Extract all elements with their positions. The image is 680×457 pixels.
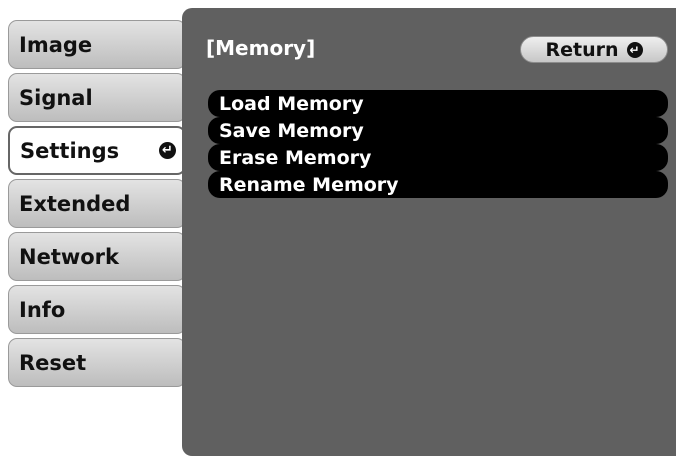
menu-item-label: Reset	[19, 350, 87, 375]
option-load-memory[interactable]: Load Memory	[208, 90, 668, 117]
enter-icon: ↵	[159, 142, 176, 159]
option-rename-memory[interactable]: Rename Memory	[208, 171, 668, 198]
menu-item-network[interactable]: Network	[8, 232, 186, 281]
option-label: Rename Memory	[219, 173, 399, 196]
main-menu: Image Signal Settings ↵ Extended Network…	[8, 20, 186, 391]
option-label: Load Memory	[219, 92, 364, 115]
projector-menu-screen: Image Signal Settings ↵ Extended Network…	[0, 0, 680, 457]
option-save-memory[interactable]: Save Memory	[208, 117, 668, 144]
menu-item-extended[interactable]: Extended	[8, 179, 186, 228]
return-button[interactable]: Return ↵	[520, 36, 668, 63]
panel-title: [Memory]	[206, 36, 316, 60]
option-label: Erase Memory	[219, 146, 372, 169]
memory-options: Load Memory Save Memory Erase Memory Ren…	[208, 90, 668, 198]
menu-item-label: Info	[19, 297, 66, 322]
menu-item-image[interactable]: Image	[8, 20, 186, 69]
return-button-label: Return	[545, 38, 619, 61]
menu-item-label: Extended	[19, 191, 131, 216]
menu-item-label: Image	[19, 32, 93, 57]
enter-icon: ↵	[626, 41, 643, 58]
menu-item-label: Signal	[19, 85, 93, 110]
menu-item-signal[interactable]: Signal	[8, 73, 186, 122]
menu-item-reset[interactable]: Reset	[8, 338, 186, 387]
option-erase-memory[interactable]: Erase Memory	[208, 144, 668, 171]
memory-panel: [Memory] Return ↵ Load Memory Save Memor…	[182, 8, 676, 456]
menu-item-label: Settings	[20, 138, 120, 163]
menu-item-settings[interactable]: Settings ↵	[8, 126, 186, 175]
menu-item-info[interactable]: Info	[8, 285, 186, 334]
menu-item-label: Network	[19, 244, 120, 269]
option-label: Save Memory	[219, 119, 364, 142]
